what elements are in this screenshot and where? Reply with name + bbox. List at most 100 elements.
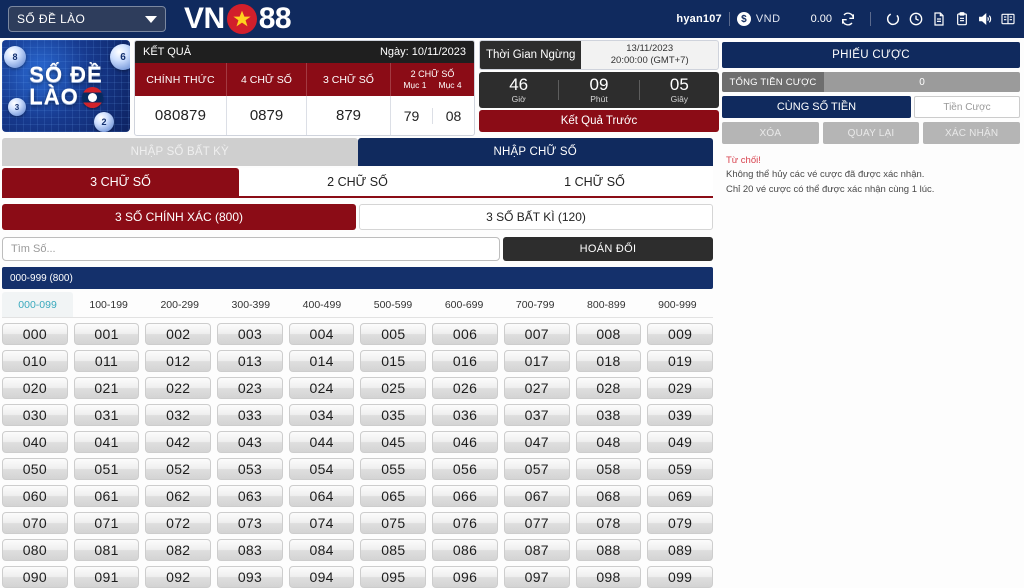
number-cell[interactable]: 081 xyxy=(73,539,140,561)
number-cell[interactable]: 055 xyxy=(360,458,427,480)
number-cell[interactable]: 029 xyxy=(647,377,713,399)
confirm-button[interactable]: XÁC NHẬN xyxy=(923,122,1021,144)
number-cell[interactable]: 018 xyxy=(575,350,642,372)
range-subtab-600-699[interactable]: 600-699 xyxy=(429,292,500,317)
number-cell[interactable]: 024 xyxy=(288,377,355,399)
number-cell[interactable]: 096 xyxy=(432,566,498,588)
number-cell[interactable]: 067 xyxy=(503,485,570,507)
range-subtab-800-899[interactable]: 800-899 xyxy=(571,292,642,317)
number-cell[interactable]: 086 xyxy=(432,539,498,561)
number-cell[interactable]: 098 xyxy=(575,566,642,588)
number-cell[interactable]: 094 xyxy=(288,566,355,588)
number-cell[interactable]: 036 xyxy=(432,404,498,426)
number-cell[interactable]: 063 xyxy=(217,485,283,507)
number-cell[interactable]: 058 xyxy=(575,458,642,480)
search-input[interactable] xyxy=(2,237,500,261)
number-cell[interactable]: 027 xyxy=(503,377,570,399)
number-cell[interactable]: 030 xyxy=(2,404,68,426)
history-clock-icon[interactable] xyxy=(908,11,924,27)
number-cell[interactable]: 088 xyxy=(575,539,642,561)
number-cell[interactable]: 048 xyxy=(575,431,642,453)
number-cell[interactable]: 041 xyxy=(73,431,140,453)
number-cell[interactable]: 059 xyxy=(647,458,713,480)
number-cell[interactable]: 043 xyxy=(217,431,283,453)
number-cell[interactable]: 061 xyxy=(73,485,140,507)
number-cell[interactable]: 047 xyxy=(503,431,570,453)
number-cell[interactable]: 003 xyxy=(217,323,283,345)
number-cell[interactable]: 037 xyxy=(503,404,570,426)
number-cell[interactable]: 085 xyxy=(360,539,427,561)
number-cell[interactable]: 014 xyxy=(288,350,355,372)
number-cell[interactable]: 020 xyxy=(2,377,68,399)
number-cell[interactable]: 009 xyxy=(647,323,713,345)
number-cell[interactable]: 016 xyxy=(432,350,498,372)
range-subtab-300-399[interactable]: 300-399 xyxy=(215,292,286,317)
number-cell[interactable]: 002 xyxy=(145,323,212,345)
number-cell[interactable]: 028 xyxy=(575,377,642,399)
number-cell[interactable]: 010 xyxy=(2,350,68,372)
number-cell[interactable]: 049 xyxy=(647,431,713,453)
number-cell[interactable]: 025 xyxy=(360,377,427,399)
swap-button[interactable]: HOÁN ĐỔI xyxy=(503,237,713,261)
number-cell[interactable]: 078 xyxy=(575,512,642,534)
number-cell[interactable]: 060 xyxy=(2,485,68,507)
range-subtab-700-799[interactable]: 700-799 xyxy=(500,292,571,317)
number-cell[interactable]: 071 xyxy=(73,512,140,534)
number-cell[interactable]: 017 xyxy=(503,350,570,372)
clear-button[interactable]: XÓA xyxy=(722,122,819,144)
number-cell[interactable]: 069 xyxy=(647,485,713,507)
number-cell[interactable]: 073 xyxy=(217,512,283,534)
sound-icon[interactable] xyxy=(977,11,993,27)
number-cell[interactable]: 013 xyxy=(217,350,283,372)
document-icon[interactable] xyxy=(931,11,947,27)
number-cell[interactable]: 019 xyxy=(647,350,713,372)
number-cell[interactable]: 031 xyxy=(73,404,140,426)
number-cell[interactable]: 064 xyxy=(288,485,355,507)
number-cell[interactable]: 097 xyxy=(503,566,570,588)
number-cell[interactable]: 084 xyxy=(288,539,355,561)
number-cell[interactable]: 004 xyxy=(288,323,355,345)
number-cell[interactable]: 075 xyxy=(360,512,427,534)
book-icon[interactable] xyxy=(1000,11,1016,27)
tab-3-chu-so[interactable]: 3 CHỮ SỐ xyxy=(2,168,239,196)
number-cell[interactable]: 079 xyxy=(647,512,713,534)
number-cell[interactable]: 065 xyxy=(360,485,427,507)
number-cell[interactable]: 074 xyxy=(288,512,355,534)
stake-amount-input[interactable]: Tiền Cược xyxy=(914,96,1020,118)
game-select-dropdown[interactable]: SỐ ĐỀ LÀO xyxy=(8,6,166,32)
number-cell[interactable]: 095 xyxy=(360,566,427,588)
number-cell[interactable]: 077 xyxy=(503,512,570,534)
number-cell[interactable]: 044 xyxy=(288,431,355,453)
number-cell[interactable]: 011 xyxy=(73,350,140,372)
number-cell[interactable]: 001 xyxy=(73,323,140,345)
number-cell[interactable]: 046 xyxy=(432,431,498,453)
number-cell[interactable]: 087 xyxy=(503,539,570,561)
range-subtab-400-499[interactable]: 400-499 xyxy=(286,292,357,317)
refresh-icon[interactable] xyxy=(840,11,856,27)
number-cell[interactable]: 023 xyxy=(217,377,283,399)
number-cell[interactable]: 082 xyxy=(145,539,212,561)
number-cell[interactable]: 076 xyxy=(432,512,498,534)
number-cell[interactable]: 035 xyxy=(360,404,427,426)
number-cell[interactable]: 093 xyxy=(217,566,283,588)
range-subtab-100-199[interactable]: 100-199 xyxy=(73,292,144,317)
number-cell[interactable]: 000 xyxy=(2,323,68,345)
tab-3-so-chinh-xac[interactable]: 3 SỐ CHÍNH XÁC (800) xyxy=(2,204,356,230)
number-cell[interactable]: 015 xyxy=(360,350,427,372)
number-cell[interactable]: 083 xyxy=(217,539,283,561)
number-cell[interactable]: 050 xyxy=(2,458,68,480)
tab-nhap-chu-so[interactable]: NHẬP CHỮ SỐ xyxy=(357,138,713,166)
number-cell[interactable]: 005 xyxy=(360,323,427,345)
number-cell[interactable]: 072 xyxy=(145,512,212,534)
back-button[interactable]: QUAY LẠI xyxy=(822,122,920,144)
number-cell[interactable]: 026 xyxy=(432,377,498,399)
number-cell[interactable]: 062 xyxy=(145,485,212,507)
number-cell[interactable]: 012 xyxy=(145,350,212,372)
number-cell[interactable]: 068 xyxy=(575,485,642,507)
range-subtab-500-599[interactable]: 500-599 xyxy=(357,292,428,317)
number-cell[interactable]: 007 xyxy=(503,323,570,345)
number-cell[interactable]: 099 xyxy=(647,566,713,588)
number-cell[interactable]: 053 xyxy=(217,458,283,480)
number-cell[interactable]: 022 xyxy=(145,377,212,399)
number-cell[interactable]: 034 xyxy=(288,404,355,426)
